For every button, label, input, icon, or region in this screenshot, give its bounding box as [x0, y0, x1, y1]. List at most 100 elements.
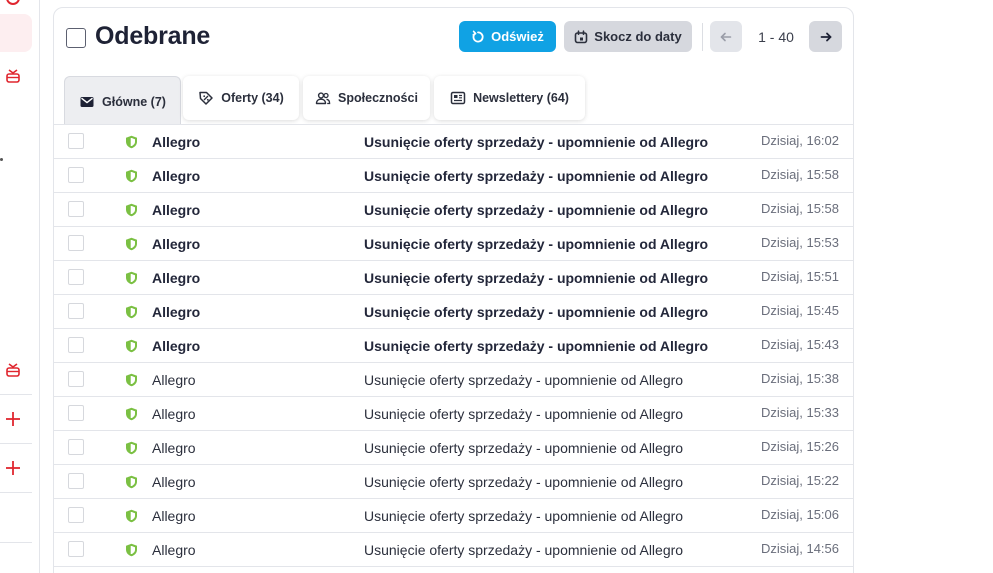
message-checkbox[interactable] [68, 507, 84, 523]
message-subject[interactable]: Usunięcie oferty sprzedaży - upomnienie … [364, 406, 683, 422]
message-checkbox[interactable] [68, 371, 84, 387]
refresh-button[interactable]: Odśwież [459, 21, 556, 52]
message-sender: Allegro [152, 236, 201, 252]
arrow-right-icon [820, 32, 831, 41]
app-logo-icon[interactable] [4, 0, 22, 12]
verified-shield-icon [126, 169, 137, 183]
verified-shield-icon [126, 339, 137, 353]
message-time: Dzisiaj, 14:56 [760, 541, 839, 556]
message-row[interactable]: Allegro Usunięcie oferty sprzedaży - upo… [54, 329, 853, 363]
tab-main[interactable]: Główne (7) [64, 76, 181, 126]
select-all-checkbox[interactable] [66, 28, 86, 48]
message-checkbox[interactable] [68, 405, 84, 421]
tab-label: Oferty (34) [221, 91, 284, 105]
message-checkbox[interactable] [68, 473, 84, 489]
message-row[interactable]: Allegro Usunięcie oferty sprzedaży - upo… [54, 465, 853, 499]
message-sender: Allegro [152, 304, 201, 320]
message-checkbox[interactable] [68, 201, 84, 217]
tab-offers[interactable]: Oferty (34) [183, 76, 299, 120]
verified-shield-icon [126, 203, 137, 217]
message-row[interactable]: Allegro Usunięcie oferty sprzedaży - upo… [54, 533, 853, 567]
message-checkbox[interactable] [68, 337, 84, 353]
rail-archive-icon[interactable] [4, 361, 22, 379]
verified-shield-icon [126, 305, 137, 319]
message-time: Dzisiaj, 15:58 [760, 201, 839, 216]
message-sender: Allegro [152, 168, 201, 184]
verified-shield-icon [126, 237, 137, 251]
jump-to-date-label: Skocz do daty [594, 29, 682, 44]
message-sender: Allegro [152, 134, 201, 150]
message-sender: Allegro [152, 406, 196, 422]
message-subject[interactable]: Usunięcie oferty sprzedaży - upomnienie … [364, 372, 683, 388]
message-row[interactable]: Allegro Usunięcie oferty sprzedaży - upo… [54, 261, 853, 295]
message-subject[interactable]: Usunięcie oferty sprzedaży - upomnienie … [364, 338, 708, 354]
message-row[interactable]: Allegro Usunięcie oferty sprzedaży - upo… [54, 159, 853, 193]
message-sender: Allegro [152, 202, 201, 218]
message-row[interactable]: Allegro Usunięcie oferty sprzedaży - upo… [54, 295, 853, 329]
message-row[interactable]: Allegro Usunięcie oferty sprzedaży - upo… [54, 363, 853, 397]
next-page-button[interactable] [809, 21, 842, 52]
message-row[interactable]: Allegro Usunięcie oferty sprzedaży - upo… [54, 193, 853, 227]
verified-shield-icon [126, 475, 137, 489]
rail-divider [0, 443, 32, 444]
message-subject[interactable]: Usunięcie oferty sprzedaży - upomnienie … [364, 134, 708, 150]
page-title: Odebrane [95, 22, 211, 50]
message-checkbox[interactable] [68, 235, 84, 251]
message-subject[interactable]: Usunięcie oferty sprzedaży - upomnienie … [364, 236, 708, 252]
arrow-left-icon [720, 32, 732, 41]
message-checkbox[interactable] [68, 439, 84, 455]
message-sender: Allegro [152, 474, 196, 490]
message-time: Dzisiaj, 16:02 [760, 133, 839, 148]
tab-label: Newslettery (64) [473, 91, 569, 105]
message-time: Dzisiaj, 15:43 [760, 337, 839, 352]
message-subject[interactable]: Usunięcie oferty sprzedaży - upomnienie … [364, 168, 708, 184]
verified-shield-icon [126, 407, 137, 421]
message-time: Dzisiaj, 15:58 [760, 167, 839, 182]
envelope-icon [80, 96, 94, 107]
rail-inbox-icon[interactable] [4, 67, 22, 85]
message-subject[interactable]: Usunięcie oferty sprzedaży - upomnienie … [364, 474, 683, 490]
message-row[interactable]: Allegro Usunięcie oferty sprzedaży - upo… [54, 227, 853, 261]
message-sender: Allegro [152, 338, 201, 354]
rail-add-icon[interactable] [4, 410, 22, 428]
message-checkbox[interactable] [68, 541, 84, 557]
verified-shield-icon [126, 543, 137, 557]
rail-add-icon[interactable] [4, 459, 22, 477]
message-sender: Allegro [152, 440, 196, 456]
message-sender: Allegro [152, 270, 201, 286]
pagination-range: 1 - 40 [758, 29, 794, 45]
message-row[interactable]: Allegro Usunięcie oferty sprzedaży - upo… [54, 431, 853, 465]
calendar-icon [574, 29, 588, 43]
refresh-icon [472, 30, 484, 42]
jump-to-date-button[interactable]: Skocz do daty [564, 21, 692, 52]
message-time: Dzisiaj, 15:26 [760, 439, 839, 454]
message-time: Dzisiaj, 15:22 [760, 473, 839, 488]
message-checkbox[interactable] [68, 133, 84, 149]
message-sender: Allegro [152, 372, 196, 388]
message-subject[interactable]: Usunięcie oferty sprzedaży - upomnienie … [364, 304, 708, 320]
rail-dot [0, 158, 3, 161]
message-row[interactable]: Allegro Usunięcie oferty sprzedaży - upo… [54, 499, 853, 533]
message-checkbox[interactable] [68, 167, 84, 183]
message-subject[interactable]: Usunięcie oferty sprzedaży - upomnienie … [364, 270, 708, 286]
tab-newsletters[interactable]: Newslettery (64) [434, 76, 585, 120]
message-time: Dzisiaj, 15:33 [760, 405, 839, 420]
message-subject[interactable]: Usunięcie oferty sprzedaży - upomnienie … [364, 508, 683, 524]
verified-shield-icon [126, 509, 137, 523]
message-row[interactable]: Allegro Usunięcie oferty sprzedaży - upo… [54, 125, 853, 159]
message-checkbox[interactable] [68, 303, 84, 319]
message-time: Dzisiaj, 15:45 [760, 303, 839, 318]
category-tabs: Główne (7) Oferty (34) Społeczności News… [54, 68, 853, 126]
message-row[interactable]: Allegro Usunięcie oferty sprzedaży - upo… [54, 397, 853, 431]
previous-page-button[interactable] [710, 21, 742, 52]
tab-social[interactable]: Społeczności [303, 76, 430, 120]
message-subject[interactable]: Usunięcie oferty sprzedaży - upomnienie … [364, 202, 708, 218]
rail-active-item[interactable] [0, 14, 32, 52]
message-subject[interactable]: Usunięcie oferty sprzedaży - upomnienie … [364, 440, 683, 456]
rail-divider [0, 394, 32, 395]
rail-divider [0, 542, 32, 543]
message-sender: Allegro [152, 542, 196, 558]
message-time: Dzisiaj, 15:06 [760, 507, 839, 522]
message-checkbox[interactable] [68, 269, 84, 285]
message-subject[interactable]: Usunięcie oferty sprzedaży - upomnienie … [364, 542, 683, 558]
